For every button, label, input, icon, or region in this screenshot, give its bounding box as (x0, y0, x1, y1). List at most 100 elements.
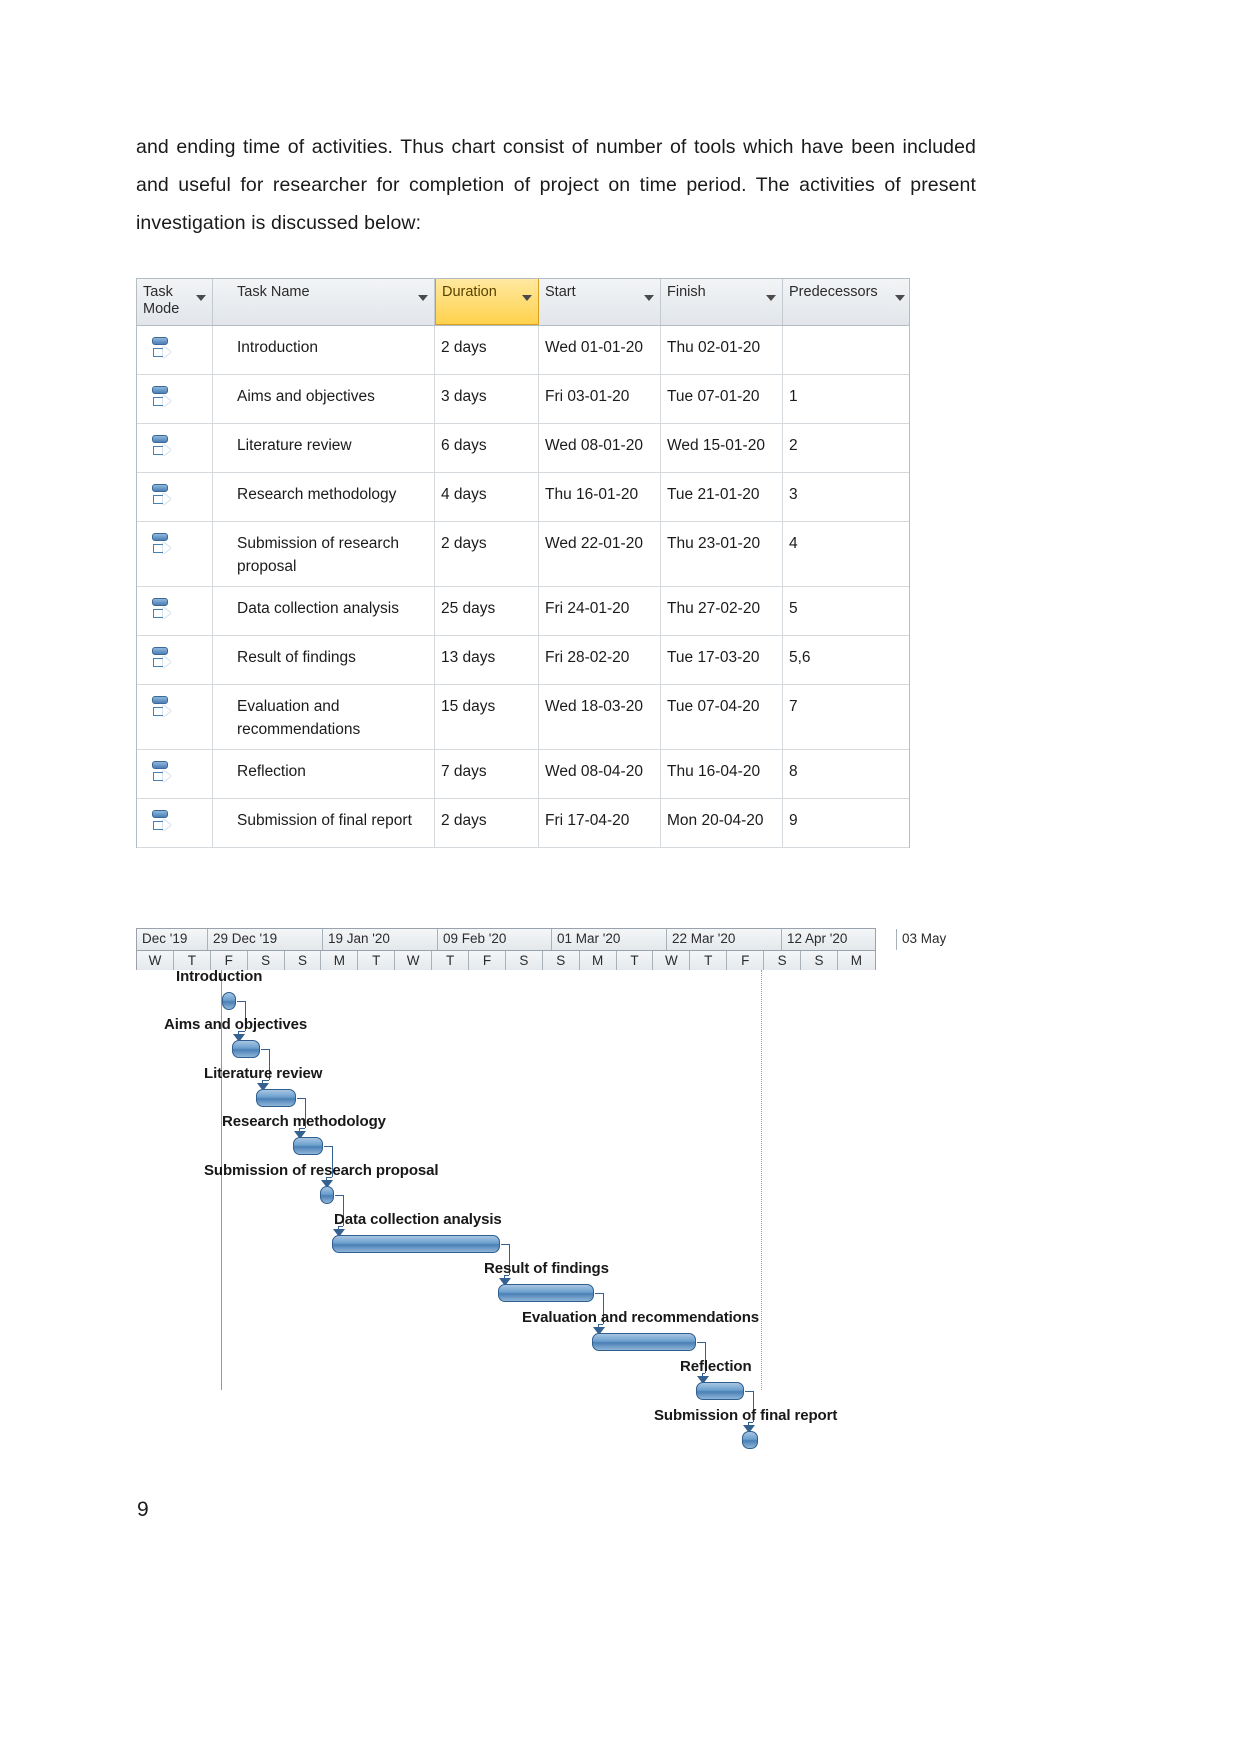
cell-predecessors[interactable]: 2 (783, 424, 911, 472)
cell-task-name[interactable]: Data collection analysis (213, 587, 435, 635)
cell-finish-date[interactable]: Tue 21-01-20 (661, 473, 783, 521)
timescale-period: 03 May (902, 931, 947, 946)
table-row[interactable]: Data collection analysis 25 days Fri 24-01… (137, 587, 909, 636)
table-row[interactable]: Submission of research proposal 2 days Wed… (137, 522, 909, 587)
manually-scheduled-icon (151, 337, 173, 363)
table-row[interactable]: Evaluation and recommendations 15 days Wed… (137, 685, 909, 750)
cell-predecessors[interactable]: 5 (783, 587, 911, 635)
cell-duration[interactable]: 13 days (435, 636, 539, 684)
gantt-bar-label: Submission of final report (654, 1407, 838, 1424)
cell-duration[interactable]: 2 days (435, 326, 539, 374)
gantt-bar[interactable] (498, 1284, 594, 1302)
cell-task-mode[interactable] (137, 424, 213, 472)
cell-finish-date[interactable]: Thu 02-01-20 (661, 326, 783, 374)
cell-task-name[interactable]: Evaluation and recommendations (213, 685, 435, 749)
cell-start-date[interactable]: Wed 18-03-20 (539, 685, 661, 749)
cell-finish-date[interactable]: Tue 07-01-20 (661, 375, 783, 423)
column-header-start[interactable]: Start (539, 279, 661, 325)
table-row[interactable]: Research methodology 4 days Thu 16-01-20 Tu… (137, 473, 909, 522)
gantt-bar[interactable] (232, 1040, 260, 1058)
cell-predecessors[interactable]: 5,6 (783, 636, 911, 684)
gantt-bar[interactable] (696, 1382, 744, 1400)
cell-finish-date[interactable]: Thu 23-01-20 (661, 522, 783, 586)
chevron-down-icon[interactable] (418, 295, 428, 301)
cell-task-name[interactable]: Submission of research proposal (213, 522, 435, 586)
column-header-name[interactable]: Task Name (213, 279, 435, 325)
cell-start-date[interactable]: Fri 24-01-20 (539, 587, 661, 635)
cell-duration[interactable]: 2 days (435, 522, 539, 586)
cell-finish-date[interactable]: Tue 07-04-20 (661, 685, 783, 749)
column-header-finish[interactable]: Finish (661, 279, 783, 325)
cell-start-date[interactable]: Wed 01-01-20 (539, 326, 661, 374)
cell-duration[interactable]: 25 days (435, 587, 539, 635)
cell-task-name[interactable]: Result of findings (213, 636, 435, 684)
column-header-dur[interactable]: Duration (435, 279, 539, 325)
table-row[interactable]: Literature review 6 days Wed 08-01-20 Wed 1… (137, 424, 909, 473)
cell-duration[interactable]: 7 days (435, 750, 539, 798)
cell-start-date[interactable]: Fri 17-04-20 (539, 799, 661, 847)
cell-duration[interactable]: 2 days (435, 799, 539, 847)
cell-start-date[interactable]: Wed 08-04-20 (539, 750, 661, 798)
cell-predecessors[interactable]: 3 (783, 473, 911, 521)
gantt-bar[interactable] (256, 1089, 296, 1107)
gantt-bar[interactable] (742, 1431, 758, 1449)
cell-task-name[interactable]: Submission of final report (213, 799, 435, 847)
table-row[interactable]: Reflection 7 days Wed 08-04-20 Thu 16-04-20… (137, 750, 909, 799)
cell-task-mode[interactable] (137, 587, 213, 635)
gantt-bar-label: Aims and objectives (164, 1016, 308, 1033)
cell-start-date[interactable]: Thu 16-01-20 (539, 473, 661, 521)
cell-predecessors[interactable]: 7 (783, 685, 911, 749)
cell-task-mode[interactable] (137, 326, 213, 374)
cell-predecessors[interactable]: 9 (783, 799, 911, 847)
cell-task-mode[interactable] (137, 750, 213, 798)
cell-finish-date[interactable]: Mon 20-04-20 (661, 799, 783, 847)
gantt-bar-label: Introduction (176, 968, 263, 985)
cell-task-mode[interactable] (137, 636, 213, 684)
gantt-bar[interactable] (592, 1333, 696, 1351)
cell-duration[interactable]: 6 days (435, 424, 539, 472)
cell-task-mode[interactable] (137, 522, 213, 586)
cell-start-date[interactable]: Fri 28-02-20 (539, 636, 661, 684)
cell-task-mode[interactable] (137, 799, 213, 847)
cell-finish-date[interactable]: Tue 17-03-20 (661, 636, 783, 684)
cell-duration[interactable]: 3 days (435, 375, 539, 423)
today-line (221, 970, 222, 1390)
cell-task-name[interactable]: Literature review (213, 424, 435, 472)
cell-task-name[interactable]: Research methodology (213, 473, 435, 521)
cell-predecessors[interactable] (783, 326, 911, 374)
cell-finish-date[interactable]: Thu 27-02-20 (661, 587, 783, 635)
cell-start-date[interactable]: Fri 03-01-20 (539, 375, 661, 423)
table-row[interactable]: Aims and objectives 3 days Fri 03-01-20 Tue… (137, 375, 909, 424)
cell-start-date[interactable]: Wed 08-01-20 (539, 424, 661, 472)
timescale-day: M (580, 951, 617, 972)
cell-finish-date[interactable]: Thu 16-04-20 (661, 750, 783, 798)
cell-task-mode[interactable] (137, 473, 213, 521)
gantt-bar[interactable] (293, 1137, 323, 1155)
cell-predecessors[interactable]: 8 (783, 750, 911, 798)
cell-task-mode[interactable] (137, 375, 213, 423)
table-row[interactable]: Result of findings 13 days Fri 28-02-20 Tue… (137, 636, 909, 685)
table-row[interactable]: Introduction 2 days Wed 01-01-20 Thu 02-01-… (137, 326, 909, 375)
cell-task-mode[interactable] (137, 685, 213, 749)
timescale-major-row: Dec '19 29 Dec '19 19 Jan '20 09 Feb '20 01 … (136, 928, 946, 950)
cell-predecessors[interactable]: 4 (783, 522, 911, 586)
cell-task-name[interactable]: Aims and objectives (213, 375, 435, 423)
cell-finish-date[interactable]: Wed 15-01-20 (661, 424, 783, 472)
chevron-down-icon[interactable] (522, 295, 532, 301)
column-header-pred[interactable]: Predecessors (783, 279, 911, 325)
chevron-down-icon[interactable] (644, 295, 654, 301)
chevron-down-icon[interactable] (766, 295, 776, 301)
gantt-bar[interactable] (222, 992, 236, 1010)
cell-start-date[interactable]: Wed 22-01-20 (539, 522, 661, 586)
column-header-mode[interactable]: Task Mode (137, 279, 213, 325)
cell-task-name[interactable]: Introduction (213, 326, 435, 374)
cell-duration[interactable]: 4 days (435, 473, 539, 521)
chevron-down-icon[interactable] (196, 295, 206, 301)
cell-task-name[interactable]: Reflection (213, 750, 435, 798)
cell-duration[interactable]: 15 days (435, 685, 539, 749)
cell-predecessors[interactable]: 1 (783, 375, 911, 423)
chevron-down-icon[interactable] (895, 295, 905, 301)
gantt-bar[interactable] (332, 1235, 500, 1253)
table-row[interactable]: Submission of final report 2 days Fri 17-0… (137, 799, 909, 848)
gantt-bar[interactable] (320, 1186, 334, 1204)
